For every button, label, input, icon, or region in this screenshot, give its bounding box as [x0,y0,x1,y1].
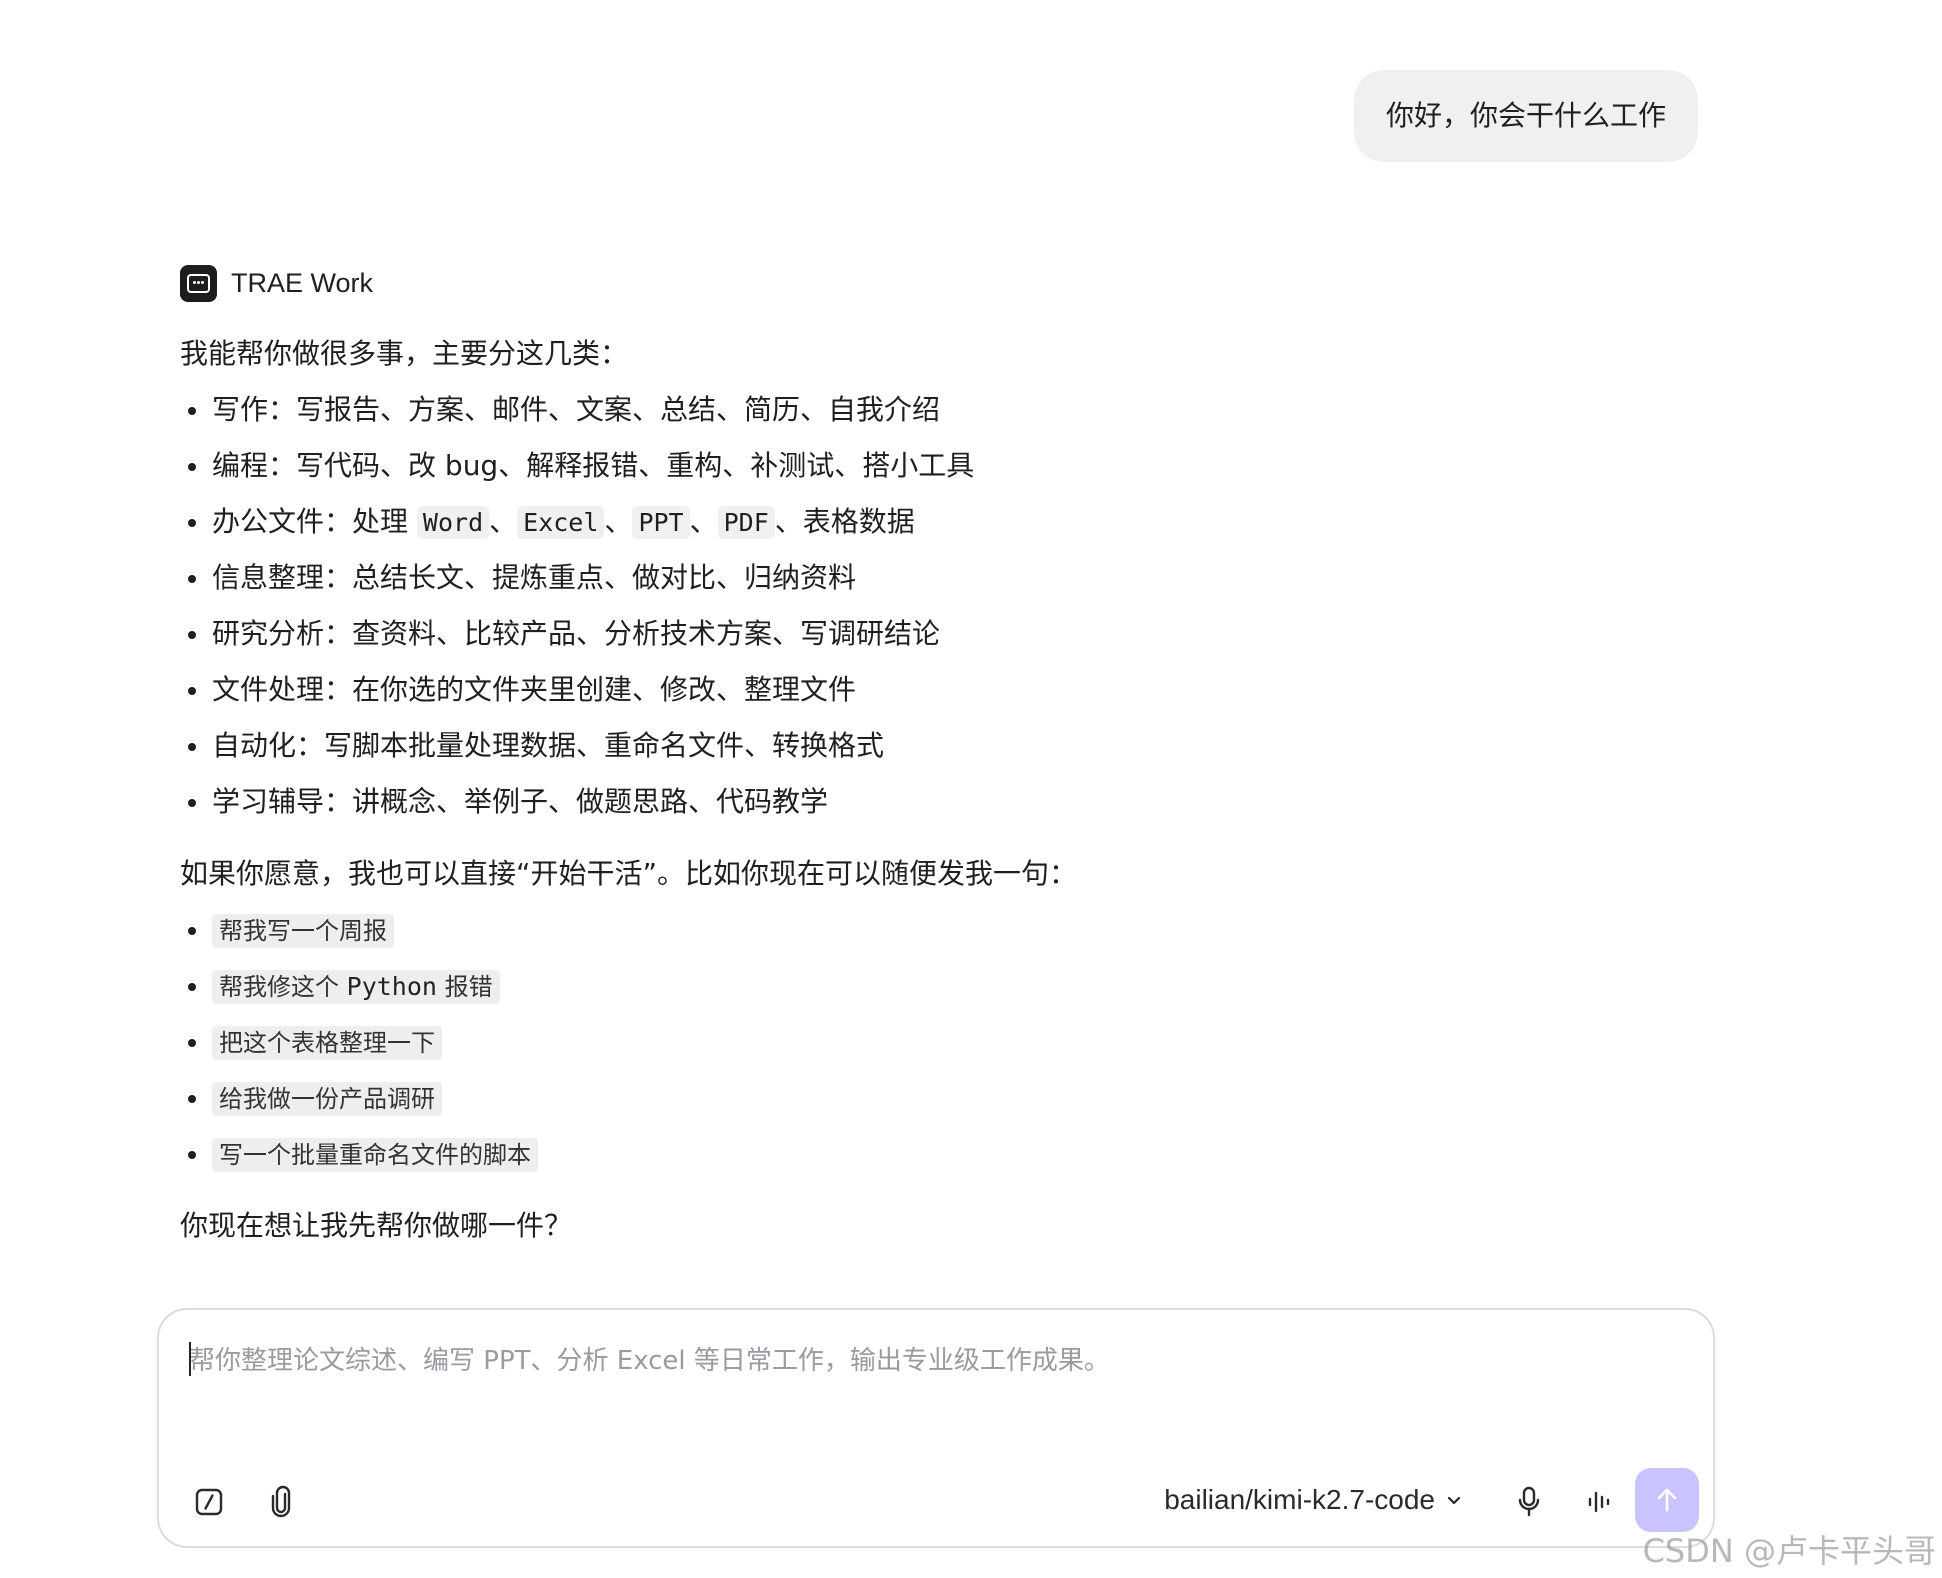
assistant-message: TRAE Work 我能帮你做很多事，主要分这几类： 写作：写报告、方案、邮件、… [180,262,1680,1262]
voice-wave-icon [1588,1491,1610,1513]
suggestion-list: 帮我写一个周报 帮我修这个 Python 报错 把这个表格整理一下 给我做一份产… [180,910,1680,1190]
suggestion-chip: 帮我写一个周报 [212,914,394,948]
list-item: 给我做一份产品调研 [180,1078,1680,1134]
microphone-icon [1518,1486,1540,1517]
watermark: CSDN @卢卡平头哥 [1642,1532,1936,1570]
inline-code: Word [416,506,490,539]
capability-list: 写作：写报告、方案、邮件、文案、总结、简历、自我介绍 编程：写代码、改 bug、… [180,390,1680,838]
list-item: 写一个批量重命名文件的脚本 [180,1134,1680,1190]
chevron-down-icon [1445,1491,1463,1509]
list-item: 信息整理：总结长文、提炼重点、做对比、归纳资料 [180,558,1680,614]
inline-code: PPT [632,506,690,539]
paperclip-icon [271,1485,291,1518]
text-caret [189,1342,191,1376]
suggest-intro: 如果你愿意，我也可以直接“开始干活”。比如你现在可以随便发我一句： [180,857,1078,890]
message-composer: bailian/kimi-k2.7-code [157,1308,1715,1548]
attach-button[interactable] [259,1480,303,1524]
list-item: 编程：写代码、改 bug、解释报错、重构、补测试、搭小工具 [180,446,1680,502]
arrow-up-icon [1657,1488,1677,1512]
assistant-header: TRAE Work [180,262,1680,304]
message-input[interactable] [189,1336,1669,1386]
list-item: 帮我修这个 Python 报错 [180,966,1680,1022]
assistant-name: TRAE Work [231,267,374,298]
list-item: 把这个表格整理一下 [180,1022,1680,1078]
list-item: 研究分析：查资料、比较产品、分析技术方案、写调研结论 [180,614,1680,670]
suggestion-chip: 写一个批量重命名文件的脚本 [212,1138,538,1172]
slash-command-button[interactable] [187,1480,231,1524]
model-name: bailian/kimi-k2.7-code [1164,1484,1435,1515]
list-item: 学习辅导：讲概念、举例子、做题思路、代码教学 [180,782,1680,838]
assistant-intro: 我能帮你做很多事，主要分这几类： [180,337,629,370]
list-item: 帮我写一个周报 [180,910,1680,966]
user-message-bubble: 你好，你会干什么工作 [1353,70,1698,162]
suggestion-chip: 把这个表格整理一下 [212,1026,442,1060]
inline-code: PDF [717,506,775,539]
suggestion-chip: 给我做一份产品调研 [212,1082,442,1116]
bot-avatar-icon [180,264,217,302]
list-item: 写作：写报告、方案、邮件、文案、总结、简历、自我介绍 [180,390,1680,446]
microphone-button[interactable] [1507,1480,1551,1524]
list-item: 自动化：写脚本批量处理数据、重命名文件、转换格式 [180,726,1680,782]
list-item: 文件处理：在你选的文件夹里创建、修改、整理文件 [180,670,1680,726]
suggestion-chip: 帮我修这个 Python 报错 [212,970,500,1004]
slash-command-icon [195,1488,223,1516]
inline-code: Excel [517,506,605,539]
send-button[interactable] [1635,1468,1699,1532]
voice-mode-button[interactable] [1577,1480,1621,1524]
list-item: 办公文件：处理 Word、 Excel、 PPT、 PDF 、表格数据 [180,502,1680,558]
assistant-closing: 你现在想让我先帮你做哪一件？ [180,1209,573,1242]
model-selector[interactable]: bailian/kimi-k2.7-code [1164,1478,1463,1522]
